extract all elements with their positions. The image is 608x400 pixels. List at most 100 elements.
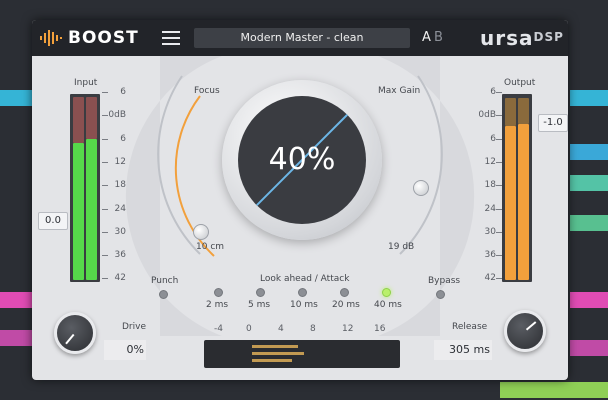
daw-track-clip <box>0 330 32 346</box>
input-value[interactable]: 0.0 <box>38 212 68 230</box>
daw-track-clip <box>570 90 608 106</box>
focus-slider-knob[interactable] <box>193 224 209 240</box>
boost-dial-value: 40% <box>268 142 336 177</box>
gain-reduction-scale-label: 8 <box>310 324 316 334</box>
daw-track-clip <box>570 292 608 308</box>
max-gain-value: 19 dB <box>388 242 415 252</box>
lookahead-option-3-toggle[interactable] <box>340 288 349 297</box>
input-scale-tick <box>102 138 108 140</box>
gain-reduction-scale-label: 4 <box>278 324 284 334</box>
boost-plugin-window: BOOST Modern Master - clean A B ursaDSP … <box>32 20 568 380</box>
daw-track-clip <box>570 175 608 191</box>
boost-amount-dial[interactable]: 40% <box>222 80 382 240</box>
boost-dial-display: 40% <box>238 96 366 224</box>
lookahead-option-label: 40 ms <box>374 300 402 310</box>
drive-value[interactable]: 0% <box>104 340 146 360</box>
menu-icon[interactable] <box>162 31 180 45</box>
max-gain-slider-knob[interactable] <box>413 180 429 196</box>
preset-selector[interactable]: Modern Master - clean <box>194 28 410 48</box>
drive-knob-indicator <box>65 333 75 345</box>
input-scale-tick <box>102 185 108 187</box>
input-meter-peak-left <box>73 97 84 143</box>
lookahead-option-label: 10 ms <box>290 300 318 310</box>
output-scale-label: 6 <box>490 87 496 97</box>
drive-label: Drive <box>122 322 146 332</box>
output-meter <box>502 94 532 282</box>
gain-reduction-scale-label: 12 <box>342 324 354 334</box>
release-knob[interactable] <box>504 310 546 352</box>
lookahead-option-label: 2 ms <box>206 300 229 310</box>
input-meter-bar-right <box>86 139 97 280</box>
output-scale-tick <box>496 185 502 187</box>
daw-track-clip <box>0 292 32 308</box>
punch-label: Punch <box>151 276 179 286</box>
output-scale-tick <box>496 138 502 140</box>
output-value[interactable]: -1.0 <box>538 114 568 132</box>
daw-track-clip <box>570 340 608 356</box>
bypass-toggle[interactable] <box>436 290 445 299</box>
gain-reduction-scale-label: 0 <box>246 324 252 334</box>
ab-a-button[interactable]: A <box>422 30 431 45</box>
output-scale-tick <box>496 208 502 210</box>
input-scale-tick <box>102 208 108 210</box>
output-scale-label: 12 <box>484 156 496 167</box>
brand-suffix: DSP <box>533 30 564 44</box>
max-gain-label: Max Gain <box>378 86 421 96</box>
logo-wave-icon <box>40 30 62 46</box>
output-meter-peak-right <box>518 98 529 124</box>
output-scale-label: 0dB <box>478 110 496 121</box>
lookahead-option-1-toggle[interactable] <box>256 288 265 297</box>
bypass-label: Bypass <box>428 276 461 286</box>
lookahead-option-label: 20 ms <box>332 300 360 310</box>
input-meter <box>70 94 100 282</box>
brand-logo: ursaDSP <box>480 26 564 50</box>
lookahead-option-0-toggle[interactable] <box>214 288 223 297</box>
gain-reduction-bar <box>252 345 298 348</box>
output-scale-tick <box>496 278 502 280</box>
output-scale-label: 6 <box>490 133 496 144</box>
lookahead-label: Look ahead / Attack <box>260 274 350 284</box>
output-scale-label: 30 <box>484 226 496 237</box>
plugin-header: BOOST Modern Master - clean A B ursaDSP <box>32 20 568 56</box>
gain-reduction-scale-label: 16 <box>374 324 386 334</box>
daw-track-clip <box>570 215 608 231</box>
output-scale-tick <box>496 255 502 257</box>
output-meter-peak-left <box>505 98 516 126</box>
release-label: Release <box>452 322 488 332</box>
output-scale-tick <box>496 161 502 163</box>
input-scale-tick <box>102 278 108 280</box>
gain-reduction-bar <box>252 352 304 355</box>
input-meter-peak-right <box>86 97 97 139</box>
lookahead-option-4-toggle[interactable] <box>382 288 391 297</box>
input-scale-tick <box>102 115 108 117</box>
input-scale-tick <box>102 92 108 93</box>
punch-toggle[interactable] <box>159 290 168 299</box>
output-meter-bar-left <box>505 126 516 280</box>
gain-reduction-scale-label: -4 <box>214 324 223 334</box>
output-meter-bar-right <box>518 124 529 280</box>
input-label: Input <box>74 78 98 88</box>
daw-track-clip <box>0 90 32 106</box>
output-scale-tick <box>496 92 502 93</box>
input-scale-tick <box>102 255 108 257</box>
daw-track-clip <box>570 144 608 160</box>
lookahead-option-2-toggle[interactable] <box>298 288 307 297</box>
focus-label: Focus <box>194 86 220 96</box>
output-scale-label: 18 <box>484 180 496 191</box>
release-knob-indicator <box>525 321 537 331</box>
input-scale-tick <box>102 161 108 163</box>
logo-text: BOOST <box>68 28 139 48</box>
focus-value: 10 cm <box>196 242 225 252</box>
daw-track-clip <box>500 382 608 398</box>
input-meter-bar-left <box>73 143 84 280</box>
ab-b-button[interactable]: B <box>434 30 443 45</box>
gain-reduction-display <box>204 340 400 368</box>
gain-reduction-bar <box>252 359 292 362</box>
output-label: Output <box>504 78 536 88</box>
output-scale-label: 36 <box>484 250 496 261</box>
drive-knob[interactable] <box>54 312 96 354</box>
output-scale-tick <box>496 231 502 233</box>
output-scale-label: 42 <box>484 273 496 284</box>
release-value[interactable]: 305 ms <box>434 340 492 360</box>
brand-main: ursa <box>480 26 534 50</box>
